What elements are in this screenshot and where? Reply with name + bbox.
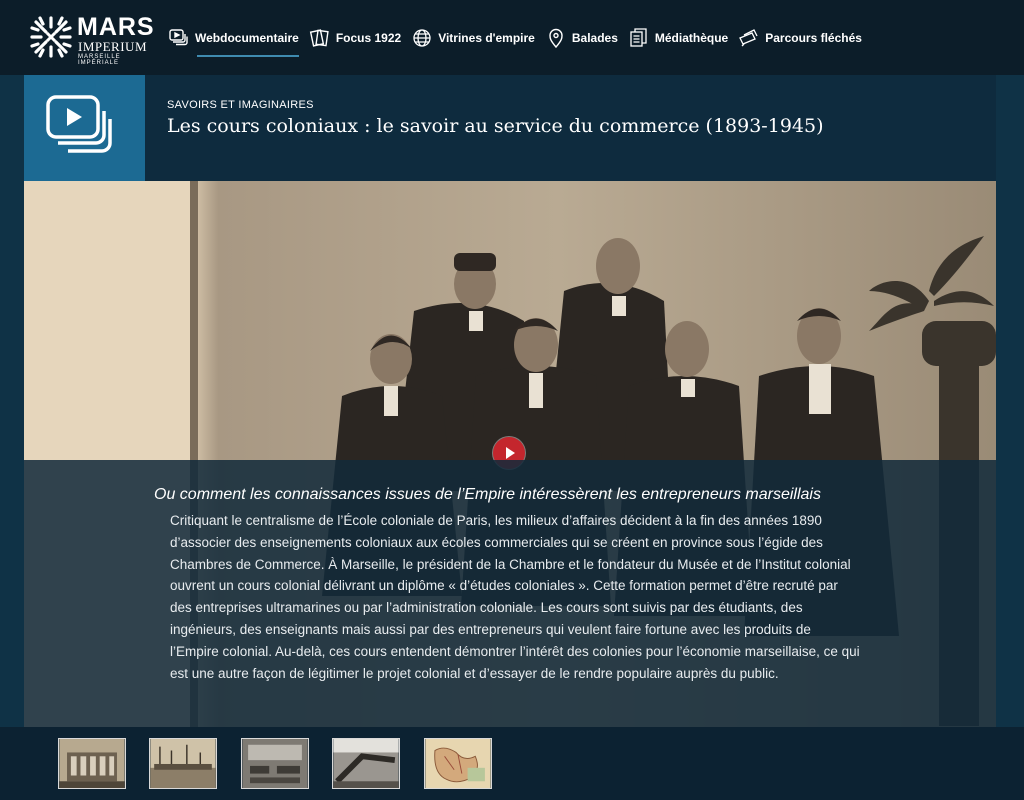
nav-item-balades[interactable]: Balades (545, 22, 618, 54)
nav-label: Vitrines d'empire (438, 31, 535, 45)
thumbnail-harbor[interactable] (149, 738, 217, 789)
video-stack-icon (46, 95, 112, 153)
tickets-icon (739, 29, 758, 47)
logo-star-icon (30, 16, 72, 58)
nav-item-vitrines[interactable]: Vitrines d'empire (411, 22, 535, 54)
video-stack-icon (169, 29, 188, 46)
logo-subtitle: IMPERIUM (78, 39, 148, 54)
nav-item-webdocumentaire[interactable]: Webdocumentaire (168, 22, 299, 57)
logo-title: MARS (77, 13, 155, 41)
nav-item-parcours[interactable]: Parcours fléchés (738, 22, 862, 54)
thumbnail-building[interactable] (58, 738, 126, 789)
thumbnail-classroom[interactable] (241, 738, 309, 789)
media-thumbnail-strip (0, 727, 1024, 800)
nav-label: Parcours fléchés (765, 31, 862, 45)
nav-item-mediatheque[interactable]: Médiathèque (628, 22, 728, 54)
main-nav: Webdocumentaire Focus 1922 Vitrines d'em… (168, 22, 872, 57)
article-body: Critiquant le centralisme de l’École col… (170, 513, 860, 681)
top-navigation-bar: MARS IMPERIUM MARSEILLE IMPÉRIALE Webdoc… (0, 0, 1024, 75)
documents-icon (630, 28, 647, 47)
nav-label: Webdocumentaire (195, 31, 299, 45)
nav-item-focus-1922[interactable]: Focus 1922 (309, 22, 401, 54)
nav-label: Balades (571, 31, 618, 45)
logo-tagline: MARSEILLE IMPÉRIALE (78, 54, 121, 66)
map-pin-icon (549, 28, 563, 49)
thumbnail-map[interactable] (424, 738, 492, 789)
left-side-band (0, 75, 24, 727)
chapter-icon-box (24, 75, 145, 181)
article-subtitle: Ou comment les connaissances issues de l… (154, 486, 821, 503)
page-title: Les cours coloniaux : le savoir au servi… (167, 115, 824, 137)
chapter-kicker: SAVOIRS ET IMAGINAIRES (167, 99, 314, 111)
right-side-band (996, 75, 1024, 727)
nav-label: Focus 1922 (335, 31, 402, 45)
thumbnail-hall[interactable] (332, 738, 400, 789)
nav-label: Médiathèque (654, 31, 729, 45)
globe-icon (413, 29, 431, 47)
site-logo[interactable]: MARS IMPERIUM MARSEILLE IMPÉRIALE (30, 12, 155, 66)
cards-icon (309, 29, 329, 47)
